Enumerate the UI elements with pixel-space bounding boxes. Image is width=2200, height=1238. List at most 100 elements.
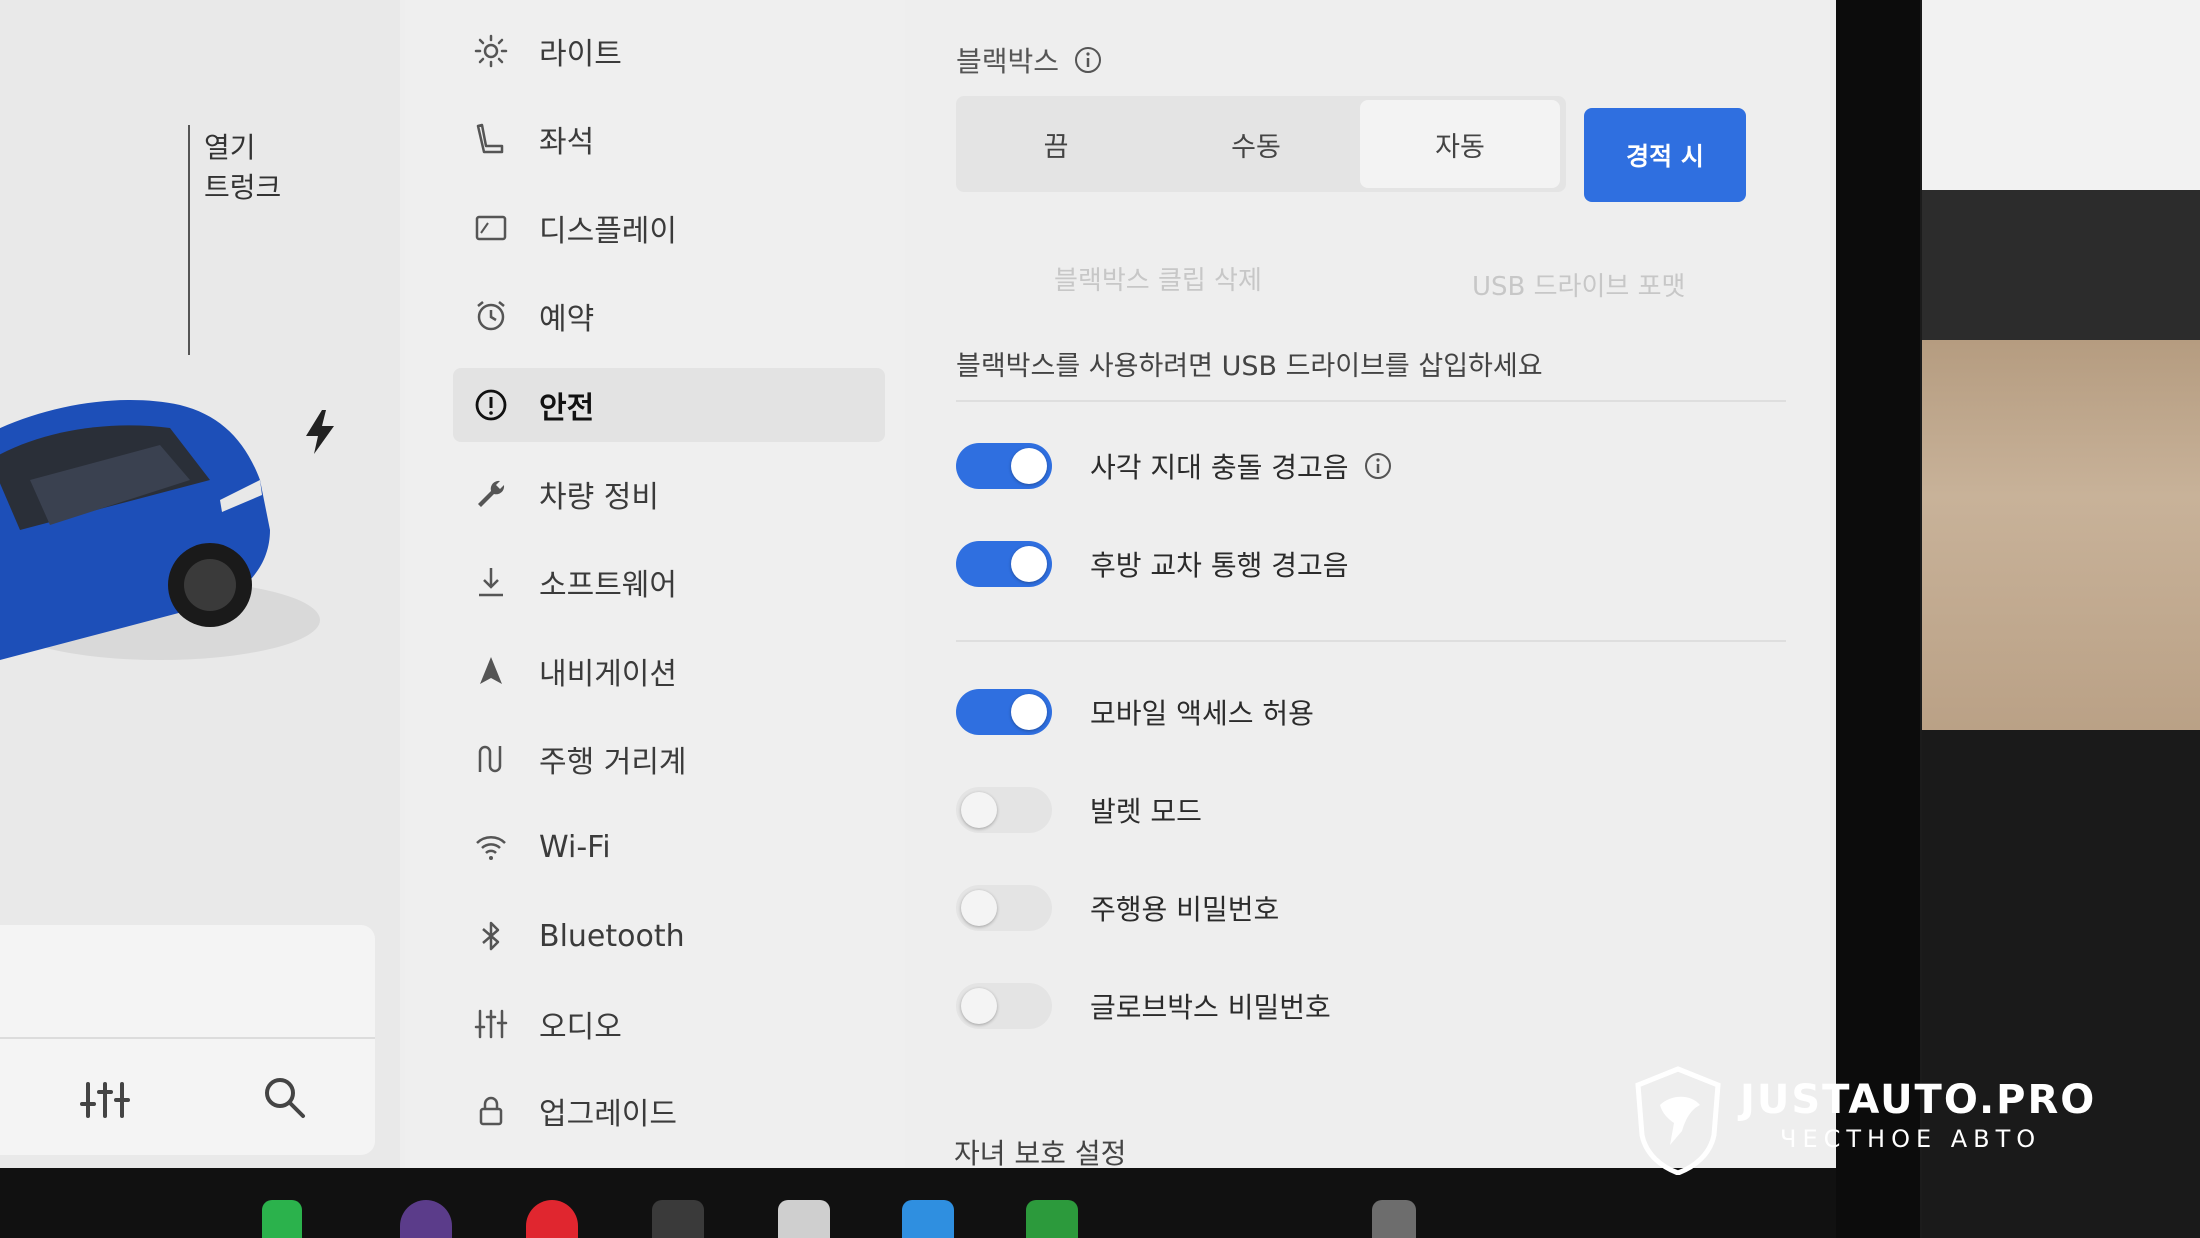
menu-item-navigation[interactable]: 내비게이션 [453,634,873,708]
cross-traffic-chime-toggle[interactable] [956,541,1052,587]
volume-icon[interactable] [1372,1200,1416,1238]
menu-label: 디스플레이 [539,214,677,249]
trunk-indicator-line [188,125,190,355]
toggle-row-mobile-access: 모바일 액세스 허용 [956,682,1314,742]
safety-settings-panel: 블랙박스 끔 수동 자동 경적 시 블랙박스 클립 삭제 USB 드라이브 포맷… [940,0,1820,1168]
dashcam-section-title: 블랙박스 [956,40,1103,80]
toggle-knob [961,792,997,828]
menu-label: 업그레이드 [539,1097,677,1132]
toggle-label: 글로브박스 비밀번호 [1090,991,1331,1024]
menu-item-safety[interactable]: 안전 [453,368,885,442]
toggle-row-pin-to-drive: 주행용 비밀번호 [956,878,1279,938]
dashcam-option-off[interactable]: 끔 [956,96,1156,192]
format-usb-button[interactable]: USB 드라이브 포맷 [1472,266,1685,303]
settings-menu: 라이트 좌석 디스플레이 예약 안전 차량 정비 소프트웨어 내비게이션 주행 … [405,0,905,1168]
car-window [1922,0,2200,190]
trunk-label-line2: 트렁크 [204,171,282,204]
dashcam-title: 블랙박스 [956,45,1060,78]
trunk-label-line1: 열기 [204,131,256,164]
menu-item-upgrades[interactable]: 업그레이드 [453,1074,873,1148]
display-icon [473,210,509,246]
glovebox-pin-toggle[interactable] [956,983,1052,1029]
sun-icon [473,33,509,69]
vehicle-pane: 열기 트렁크 [0,0,400,1168]
navigation-arrow-icon [473,653,509,689]
section-divider [956,400,1786,402]
menu-item-schedule[interactable]: 예약 [453,279,873,353]
toggle-label: 모바일 액세스 허용 [1090,697,1314,730]
menu-item-wifi[interactable]: Wi-Fi [453,810,873,884]
more-apps-icon[interactable] [652,1200,704,1238]
download-icon [473,564,509,600]
info-icon[interactable] [1073,45,1103,75]
section-divider [956,640,1786,642]
menu-label: 안전 [539,391,595,426]
lock-icon [473,1093,509,1129]
info-icon[interactable] [1363,451,1393,481]
seat-icon [473,121,509,157]
menu-label: 내비게이션 [539,657,677,692]
dashcam-mode-selector: 끔 수동 자동 [956,96,1566,192]
wrench-icon [473,476,509,512]
toggle-row-valet: 발렛 모드 [956,780,1202,840]
menu-item-audio[interactable]: 오디오 [453,987,873,1061]
bluetooth-app-icon[interactable] [902,1200,954,1238]
dashcam-option-on-honk[interactable]: 경적 시 [1584,108,1746,202]
phone-app-icon[interactable] [262,1200,302,1238]
shield-logo-icon [1635,1066,1721,1175]
alarm-clock-icon [473,298,509,334]
bluetooth-icon [473,918,509,954]
menu-item-service[interactable]: 차량 정비 [453,457,873,531]
car-image [0,400,320,660]
menu-label: Bluetooth [539,918,685,954]
menu-item-display[interactable]: 디스플레이 [453,191,873,265]
toggle-knob [1011,546,1047,582]
open-trunk-button[interactable]: 열기 트렁크 [204,128,281,208]
tesla-screen: 열기 트렁크 라이트 좌석 디스플레이 예약 안전 차량 정비 소프트웨어 내비… [0,0,1836,1168]
watermark-subtitle: ЧЕСТНОЕ АВТО [1780,1125,2042,1153]
watermark-title: JUSTAUTO.PRO [1740,1077,2097,1123]
menu-item-trips[interactable]: 주행 거리계 [453,722,873,796]
toggle-label: 발렛 모드 [1090,795,1202,828]
usb-note: 블랙박스를 사용하려면 USB 드라이브를 삽입하세요 [956,351,1543,382]
wood-trim [1922,340,2200,730]
delete-clips-button[interactable]: 블랙박스 클립 삭제 [1054,260,1262,297]
menu-label: 오디오 [539,1010,622,1045]
toggle-label: 사각 지대 충돌 경고음 [1090,451,1349,484]
menu-label: 차량 정비 [539,480,659,515]
menu-label: 소프트웨어 [539,568,677,603]
mobile-access-toggle[interactable] [956,689,1052,735]
menu-label: 라이트 [539,37,622,72]
toggle-row-glovebox-pin: 글로브박스 비밀번호 [956,976,1331,1036]
dashcam-option-manual[interactable]: 수동 [1156,96,1356,192]
valet-mode-toggle[interactable] [956,787,1052,833]
alert-circle-icon [473,387,509,423]
dashcam-option-auto[interactable]: 자동 [1360,100,1560,188]
watermark: JUSTAUTO.PRO ЧЕСТНОЕ АВТО [1630,1065,2190,1175]
toggle-knob [961,988,997,1024]
menu-label: 좌석 [539,125,595,160]
menu-item-seats[interactable]: 좌석 [453,102,873,176]
toggle-knob [1011,694,1047,730]
toggle-row-cross-traffic: 후방 교차 통행 경고음 [956,534,1349,594]
menu-label: 주행 거리계 [539,745,687,780]
menu-item-bluetooth[interactable]: Bluetooth [453,899,873,973]
pin-to-drive-toggle[interactable] [956,885,1052,931]
equalizer-icon[interactable] [80,1080,130,1120]
trip-icon [473,741,509,777]
menu-item-software[interactable]: 소프트웨어 [453,545,873,619]
menu-item-lights[interactable]: 라이트 [453,14,873,88]
quick-controls-card [0,925,375,1155]
toggle-knob [1011,448,1047,484]
toggle-row-blind-spot: 사각 지대 충돌 경고음 [956,436,1393,496]
search-icon[interactable] [262,1075,306,1119]
child-protection-heading: 자녀 보호 설정 [954,1137,1127,1168]
charge-bolt-icon [306,410,334,454]
manual-app-icon[interactable] [778,1200,830,1238]
blind-spot-chime-toggle[interactable] [956,443,1052,489]
menu-label: Wi-Fi [539,829,611,865]
toggle-knob [961,890,997,926]
card-divider [0,1037,375,1039]
energy-app-icon[interactable] [1026,1200,1078,1238]
toggle-label: 후방 교차 통행 경고음 [1090,549,1349,582]
